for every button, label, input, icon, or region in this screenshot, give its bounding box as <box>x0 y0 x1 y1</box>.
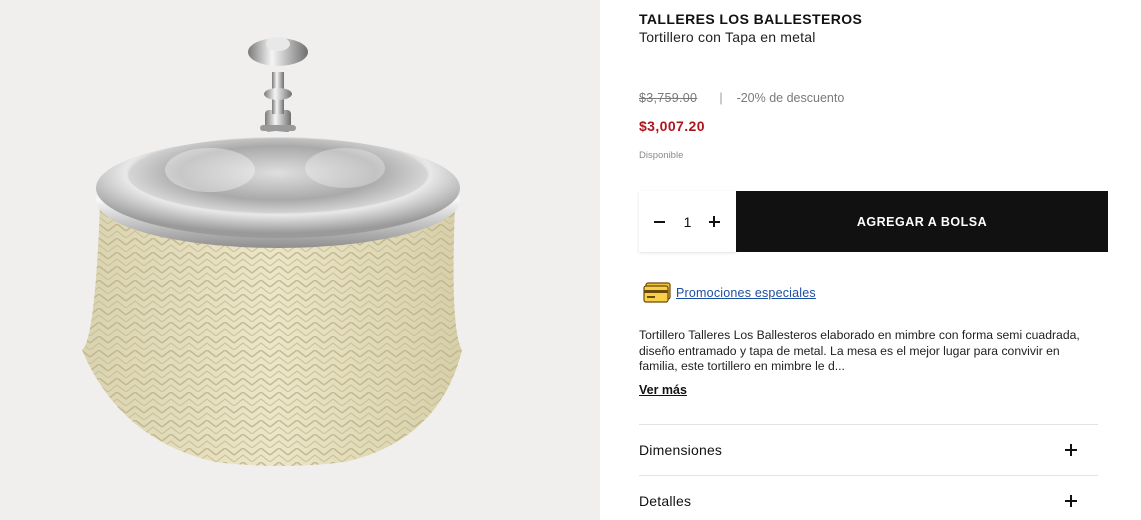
accordion-label: Detalles <box>639 493 692 509</box>
product-brand[interactable]: TALLERES LOS BALLESTEROS <box>639 11 862 27</box>
sale-price: $3,007.20 <box>639 118 705 134</box>
promotions-link[interactable]: Promociones especiales <box>676 286 816 300</box>
product-page: TALLERES LOS BALLESTEROS Tortillero con … <box>0 0 1141 520</box>
discount-label: -20% de descuento <box>736 91 845 105</box>
plus-icon[interactable] <box>1065 444 1077 456</box>
availability-status: Disponible <box>639 150 684 161</box>
credit-card-icon <box>643 282 671 303</box>
product-description: Tortillero Talleres Los Ballesteros elab… <box>639 328 1080 373</box>
accordion-dimensions[interactable]: Dimensiones <box>639 424 1098 475</box>
add-to-bag-button[interactable]: AGREGAR A BOLSA <box>736 191 1108 252</box>
accordion-label: Dimensiones <box>639 442 723 458</box>
see-more-link[interactable]: Ver más <box>639 383 687 397</box>
product-title: Tortillero con Tapa en metal <box>639 29 816 45</box>
accordion-details[interactable]: Detalles <box>639 475 1098 520</box>
quantity-value[interactable]: 1 <box>684 214 692 230</box>
minus-icon[interactable] <box>653 215 667 229</box>
original-price: $3,759.00 <box>639 91 698 105</box>
price-row: $3,759.00 | -20% de descuento <box>639 90 844 106</box>
product-image-panel <box>0 0 600 520</box>
quantity-stepper: 1 <box>639 191 736 252</box>
price-separator: | <box>719 91 723 105</box>
plus-icon[interactable] <box>708 215 722 229</box>
plus-icon[interactable] <box>1065 495 1077 507</box>
product-image[interactable] <box>0 0 600 520</box>
promotions-link-row[interactable]: Promociones especiales <box>643 282 816 303</box>
add-to-cart-row: 1 AGREGAR A BOLSA <box>639 191 1108 252</box>
